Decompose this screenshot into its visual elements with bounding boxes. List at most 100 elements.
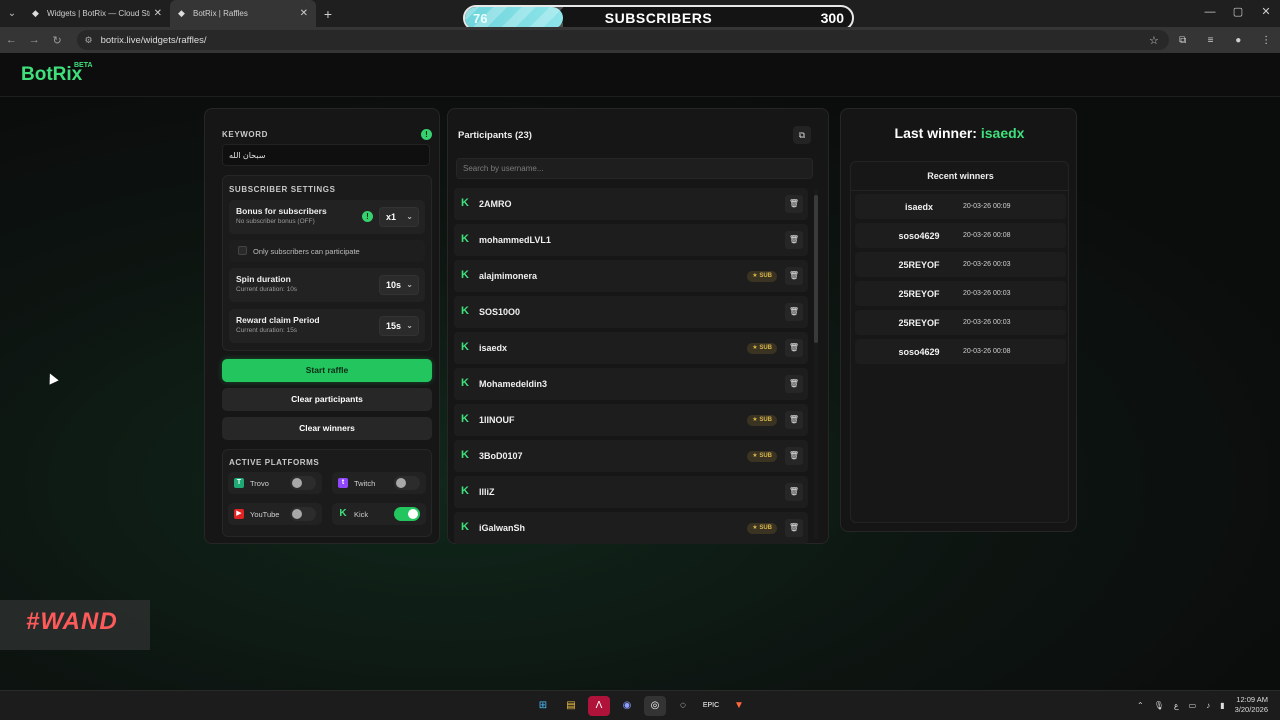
clear-participants-button[interactable]: Clear participants xyxy=(222,388,432,411)
profile-icon[interactable]: ● xyxy=(1224,35,1252,46)
youtube-toggle[interactable] xyxy=(290,507,316,521)
spin-duration-select[interactable]: 10s ⌄ xyxy=(379,275,419,295)
maximize-icon[interactable]: ▢ xyxy=(1224,0,1252,27)
delete-icon[interactable]: 🗑 xyxy=(785,267,803,285)
system-clock[interactable]: 12:09 AM 3/20/2026 xyxy=(1235,695,1268,715)
os-taskbar: ⊞ ▤ Λ ◉ ◎ ◌ EPIC ▼ ⌃ 🎙 ع ▭ ♪ ▮ 12:09 AM … xyxy=(0,690,1280,720)
delete-icon[interactable]: 🗑 xyxy=(785,339,803,357)
bookmark-star-icon[interactable]: ☆ xyxy=(1149,34,1159,47)
bonus-info-icon[interactable]: ! xyxy=(362,211,373,222)
participant-name: 1lINOUF xyxy=(479,415,515,425)
sub-badge: ★ SUB xyxy=(747,343,777,354)
tray-chevron-icon[interactable]: ⌃ xyxy=(1137,701,1144,710)
battery-icon[interactable]: ▮ xyxy=(1220,701,1224,710)
address-bar-row: ← → ↻ ⚙ botrix.live/widgets/raffles/ ☆ ⧉… xyxy=(0,27,1280,53)
browser-menu-icon[interactable]: ⋮ xyxy=(1252,35,1280,46)
stream-logo-overlay: #WAND xyxy=(0,596,185,656)
winner-date: 20-03-26 00:09 xyxy=(963,203,1011,210)
kick-icon: K xyxy=(461,377,469,389)
participant-row[interactable]: Kisaedx ★ SUB 🗑 xyxy=(454,332,808,364)
reload-icon[interactable]: ↻ xyxy=(46,34,69,47)
participant-row[interactable]: K Mohamedeldin3 🗑 xyxy=(454,368,808,400)
windows-start-icon[interactable]: ⊞ xyxy=(532,696,554,716)
platform-name: YouTube xyxy=(250,510,280,519)
back-icon[interactable]: ← xyxy=(0,34,23,46)
tab-widgets[interactable]: ◆ Widgets | BotRix — Cloud Strea ✕ xyxy=(24,0,170,27)
participant-row[interactable]: KmohammedLVL1 🗑 xyxy=(454,224,808,256)
recent-winners-title: Recent winners xyxy=(927,171,994,181)
participant-row[interactable]: K 1lINOUF ★ SUB 🗑 xyxy=(454,404,808,436)
tab-raffles[interactable]: ◆ BotRix | Raffles ✕ xyxy=(170,0,316,27)
site-info-icon[interactable]: ⚙ xyxy=(85,35,93,46)
delete-icon[interactable]: 🗑 xyxy=(785,231,803,249)
forward-icon[interactable]: → xyxy=(23,34,46,46)
network-icon[interactable]: ▭ xyxy=(1189,701,1197,710)
participant-row[interactable]: KiGalwanSh ★ SUB 🗑 xyxy=(454,512,808,544)
epic-games-icon[interactable]: EPIC xyxy=(700,696,722,716)
bonus-select[interactable]: x1 ⌄ xyxy=(379,207,419,227)
participants-list: K 2AMRO 🗑 KmohammedLVL1 🗑 Kalajmimonera ★ SUB 🗑… xyxy=(454,188,810,544)
twitch-toggle[interactable] xyxy=(394,476,420,490)
start-raffle-button[interactable]: Start raffle xyxy=(222,359,432,382)
divider xyxy=(851,190,1068,191)
discord-icon[interactable]: ◉ xyxy=(616,696,638,716)
minimize-icon[interactable]: — xyxy=(1196,0,1224,27)
claim-period-select[interactable]: 15s ⌄ xyxy=(379,316,419,336)
window-close-icon[interactable]: ✕ xyxy=(1252,0,1280,27)
delete-icon[interactable]: 🗑 xyxy=(785,519,803,537)
url-field[interactable]: ⚙ botrix.live/widgets/raffles/ ☆ xyxy=(76,30,1169,50)
only-subs-checkbox[interactable] xyxy=(238,246,247,255)
app-red-icon[interactable]: Λ xyxy=(588,696,610,716)
keyword-input[interactable]: سبحان الله xyxy=(222,144,430,166)
extensions-icon[interactable]: ⧉ xyxy=(1169,35,1197,46)
participant-row[interactable]: K 3BoD0107 ★ SUB 🗑 xyxy=(454,440,808,472)
delete-icon[interactable]: 🗑 xyxy=(785,375,803,393)
clear-winners-button[interactable]: Clear winners xyxy=(222,417,432,440)
last-winner-name: isaedx xyxy=(980,125,1025,141)
spin-title: Spin duration xyxy=(236,274,291,284)
chrome-icon[interactable]: ◎ xyxy=(644,696,666,716)
chevron-down-icon: ⌄ xyxy=(406,212,413,221)
kick-icon: K xyxy=(461,485,469,497)
close-tab-icon[interactable]: ✕ xyxy=(154,8,162,19)
participants-scrollbar[interactable] xyxy=(814,189,818,539)
app-circle-icon[interactable]: ◌ xyxy=(672,696,694,716)
delete-icon[interactable]: 🗑 xyxy=(785,447,803,465)
info-icon[interactable]: ! xyxy=(421,129,432,140)
winners-panel: Last winner: isaedx Recent winners isaed… xyxy=(840,108,1077,532)
copy-icon[interactable]: ⧉ xyxy=(793,126,811,144)
participant-search-input[interactable]: Search by username... xyxy=(456,158,813,179)
participant-row[interactable]: K SOS10O0 🗑 xyxy=(454,296,808,328)
participant-row[interactable]: Kalajmimonera ★ SUB 🗑 xyxy=(454,260,808,292)
input-language[interactable]: ع xyxy=(1174,701,1179,710)
new-tab-button[interactable]: + xyxy=(316,6,340,22)
delete-icon[interactable]: 🗑 xyxy=(785,411,803,429)
subscriber-settings: SUBSCRIBER SETTINGS Bonus for subscriber… xyxy=(222,175,432,351)
keyword-label: KEYWORD xyxy=(222,130,268,139)
beta-badge: BETA xyxy=(74,62,93,69)
only-subs-row[interactable]: Only subscribers can participate xyxy=(229,240,425,262)
twitch-icon: t xyxy=(338,478,348,488)
file-explorer-icon[interactable]: ▤ xyxy=(560,696,582,716)
delete-icon[interactable]: 🗑 xyxy=(785,303,803,321)
brave-icon[interactable]: ▼ xyxy=(728,696,750,716)
winner-date: 20-03-26 00:03 xyxy=(963,290,1011,297)
media-icon[interactable]: ≡ xyxy=(1197,35,1225,46)
recent-winner-row: soso4629 20-03-26 00:08 xyxy=(855,339,1066,364)
tab-search-icon[interactable]: ⌄ xyxy=(0,0,24,27)
participant-row[interactable]: K 2AMRO 🗑 xyxy=(454,188,808,220)
last-winner-heading: Last winner: isaedx xyxy=(841,125,1078,141)
sub-badge-label: SUB xyxy=(759,273,772,279)
delete-icon[interactable]: 🗑 xyxy=(785,483,803,501)
spin-duration-row: Spin duration Current duration: 10s 10s … xyxy=(229,268,425,302)
delete-icon[interactable]: 🗑 xyxy=(785,195,803,213)
participant-name: 2AMRO xyxy=(479,199,512,209)
volume-icon[interactable]: ♪ xyxy=(1206,701,1210,710)
sub-badge: ★ SUB xyxy=(747,451,777,462)
kick-toggle[interactable] xyxy=(394,507,420,521)
participant-row[interactable]: KllliZ 🗑 xyxy=(454,476,808,508)
close-tab-icon[interactable]: ✕ xyxy=(300,8,308,19)
microphone-icon[interactable]: 🎙 xyxy=(1154,701,1164,710)
trovo-toggle[interactable] xyxy=(290,476,316,490)
recent-winner-row: isaedx 20-03-26 00:09 xyxy=(855,194,1066,219)
